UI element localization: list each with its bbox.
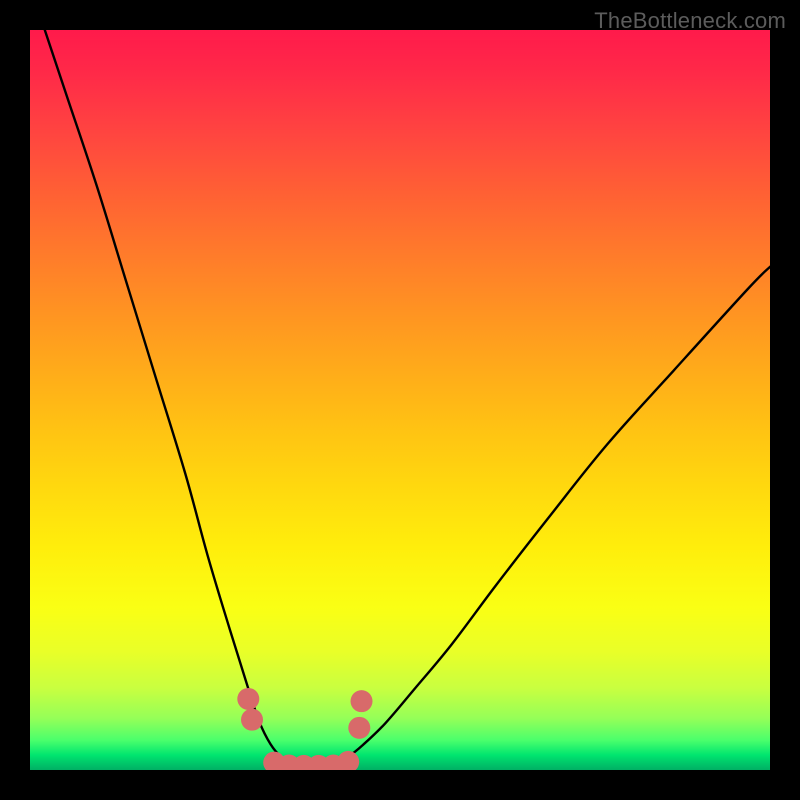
watermark-text: TheBottleneck.com [594,8,786,34]
bottleneck-bottom-markers [237,688,372,770]
chart-frame: TheBottleneck.com [0,0,800,800]
bottleneck-curve-left [45,30,293,764]
bottleneck-curve-right [333,267,770,764]
curve-layer [30,30,770,770]
plot-area [30,30,770,770]
